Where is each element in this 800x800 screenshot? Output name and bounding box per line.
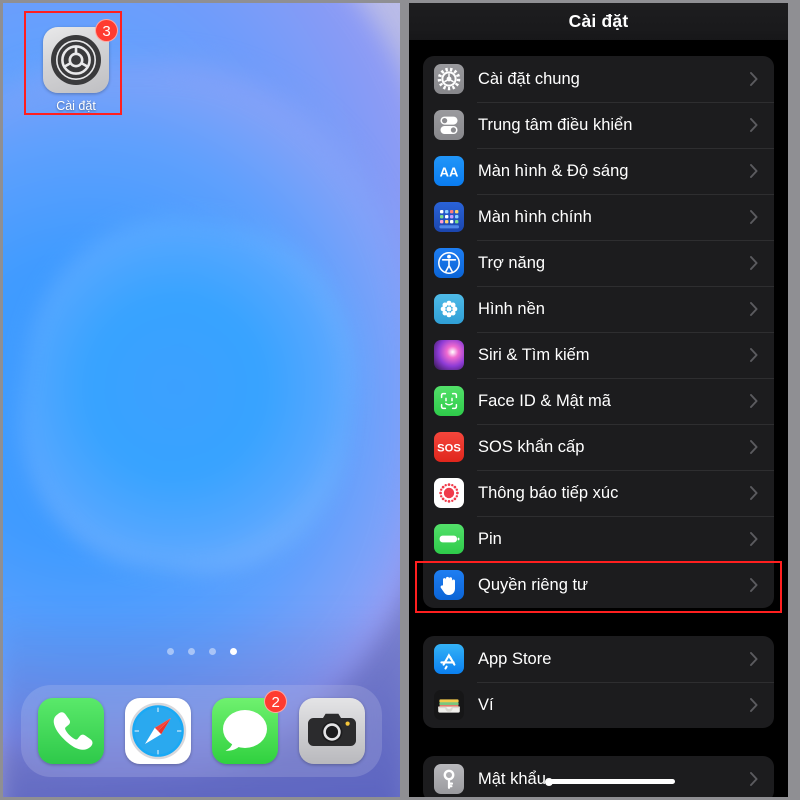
page-dot-3[interactable] <box>208 648 216 655</box>
settings-nav-bar: Cài đặt <box>409 3 788 40</box>
settings-row-wallet[interactable]: Ví <box>423 682 774 728</box>
settings-row-emergency-sos[interactable]: SOS SOS khẩn cấp <box>423 424 774 470</box>
page-dot-1[interactable] <box>166 648 174 655</box>
toggles-icon <box>434 110 464 140</box>
settings-group-passwords: Mật khẩu <box>423 756 774 797</box>
chevron-right-icon <box>750 578 758 592</box>
settings-badge-count: 3 <box>95 19 118 42</box>
iphone-home-screen: 3 Cài đặt 2 <box>3 3 400 797</box>
chevron-right-icon <box>750 302 758 316</box>
gear-icon <box>434 64 464 94</box>
settings-row-label: Siri & Tìm kiếm <box>478 345 590 364</box>
chevron-right-icon <box>750 256 758 270</box>
settings-row-display-brightness[interactable]: AA Màn hình & Độ sáng <box>423 148 774 194</box>
screenshot-root: 3 Cài đặt 2 Cài đặt Cài đặt chung Trung … <box>0 0 800 800</box>
chevron-right-icon <box>750 532 758 546</box>
compass-icon <box>129 702 187 760</box>
svg-text:SOS: SOS <box>437 442 461 454</box>
settings-row-label: Trung tâm điều khiển <box>478 115 633 134</box>
settings-app-label: Cài đặt <box>56 99 96 113</box>
redaction-bar <box>545 777 675 786</box>
settings-row-accessibility[interactable]: Trợ năng <box>423 240 774 286</box>
settings-row-battery[interactable]: Pin <box>423 516 774 562</box>
dock-item-phone[interactable] <box>37 698 104 764</box>
chevron-right-icon <box>750 652 758 666</box>
messages-badge-count: 2 <box>264 690 288 713</box>
settings-row-label: Quyền riêng tư <box>478 575 589 594</box>
gear-icon <box>51 35 101 85</box>
settings-row-passwords[interactable]: Mật khẩu <box>423 756 774 797</box>
settings-row-label: Màn hình & Độ sáng <box>478 161 629 180</box>
chevron-right-icon <box>750 118 758 132</box>
sos-icon: SOS <box>434 432 464 462</box>
settings-row-label: Face ID & Mật mã <box>478 391 611 410</box>
settings-row-label: Trợ năng <box>478 253 546 272</box>
settings-row-label: Màn hình chính <box>478 207 592 226</box>
settings-row-label: Pin <box>478 529 502 548</box>
settings-row-label: Thông báo tiếp xúc <box>478 483 619 502</box>
settings-row-general[interactable]: Cài đặt chung <box>423 56 774 102</box>
home-app-settings[interactable]: 3 Cài đặt <box>35 19 118 113</box>
settings-page-title: Cài đặt <box>568 11 629 31</box>
home-dock: 2 <box>21 685 382 777</box>
settings-row-privacy[interactable]: Quyền riêng tư <box>423 562 774 608</box>
chevron-right-icon <box>750 164 758 178</box>
home-grid-icon <box>434 202 464 232</box>
flower-icon <box>434 294 464 324</box>
face-id-icon <box>434 386 464 416</box>
chevron-right-icon <box>750 772 758 786</box>
wallet-icon <box>434 690 464 720</box>
key-icon <box>434 764 464 794</box>
settings-row-faceid-passcode[interactable]: Face ID & Mật mã <box>423 378 774 424</box>
settings-row-label: Cài đặt chung <box>478 69 580 88</box>
settings-row-label: App Store <box>478 649 552 668</box>
battery-icon <box>434 524 464 554</box>
settings-row-exposure-notifications[interactable]: Thông báo tiếp xúc <box>423 470 774 516</box>
settings-row-wallpaper[interactable]: Hình nền <box>423 286 774 332</box>
settings-group-store: App Store Ví <box>423 636 774 728</box>
settings-row-label: Hình nền <box>478 299 545 318</box>
settings-row-app-store[interactable]: App Store <box>423 636 774 682</box>
aa-text-icon: AA <box>434 156 464 186</box>
chevron-right-icon <box>750 486 758 500</box>
settings-row-control-center[interactable]: Trung tâm điều khiển <box>423 102 774 148</box>
accessibility-icon <box>434 248 464 278</box>
hand-icon <box>434 570 464 600</box>
settings-group-system: Cài đặt chung Trung tâm điều khiển AA Mà… <box>423 56 774 608</box>
dock-item-messages[interactable]: 2 <box>212 690 288 764</box>
siri-orb-icon <box>434 340 464 370</box>
settings-row-home-screen[interactable]: Màn hình chính <box>423 194 774 240</box>
exposure-dot-icon <box>434 478 464 508</box>
camera-icon <box>308 713 357 746</box>
page-dot-2[interactable] <box>187 648 195 655</box>
chevron-right-icon <box>750 348 758 362</box>
app-store-icon <box>434 644 464 674</box>
settings-row-label: SOS khẩn cấp <box>478 437 585 456</box>
settings-row-label: Ví <box>478 695 494 714</box>
page-indicator-dots[interactable] <box>3 648 400 655</box>
chevron-right-icon <box>750 440 758 454</box>
chevron-right-icon <box>750 72 758 86</box>
phone-icon <box>53 712 93 750</box>
chevron-right-icon <box>750 210 758 224</box>
dock-item-safari[interactable] <box>124 698 191 764</box>
chevron-right-icon <box>750 698 758 712</box>
svg-text:AA: AA <box>440 165 459 180</box>
settings-row-siri-search[interactable]: Siri & Tìm kiếm <box>423 332 774 378</box>
ios-settings-screen: Cài đặt Cài đặt chung Trung tâm điều khi… <box>409 3 788 797</box>
settings-app-icon[interactable]: 3 <box>43 19 118 93</box>
chevron-right-icon <box>750 394 758 408</box>
page-dot-4-active[interactable] <box>229 648 237 655</box>
dock-item-camera[interactable] <box>299 698 366 764</box>
